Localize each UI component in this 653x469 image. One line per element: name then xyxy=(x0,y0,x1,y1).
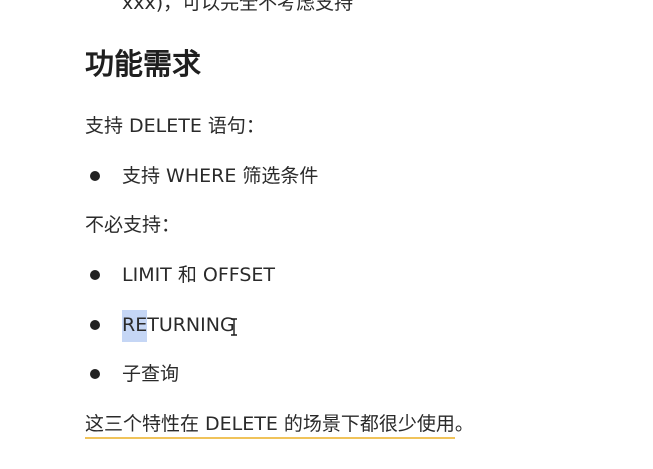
closing-punctuation: 。 xyxy=(454,413,474,435)
list-item-text: 子查询 xyxy=(122,363,180,385)
closing-note-paragraph: 这三个特性在 DELETE 的场景下都很少使用。 xyxy=(85,411,474,439)
support-intro-paragraph: 支持 DELETE 语句： xyxy=(85,115,265,137)
document-page: xxx)，可以完全不考虑支持 功能需求 支持 DELETE 语句： 支持 WHE… xyxy=(0,0,653,469)
i-beam-cursor-icon xyxy=(231,318,237,336)
list-item-text-rest: TURNING xyxy=(147,314,235,336)
text-selection-highlight[interactable]: RE xyxy=(122,310,148,342)
bullet-dot-icon xyxy=(90,171,100,181)
section-heading: 功能需求 xyxy=(85,47,202,81)
not-required-intro-paragraph: 不必支持： xyxy=(85,214,181,236)
list-item-text: LIMIT 和 OFFSET xyxy=(122,264,276,286)
bullet-dot-icon xyxy=(90,369,100,379)
bullet-dot-icon xyxy=(90,270,100,280)
list-item-text: RETURNING xyxy=(122,310,235,342)
list-item-text: 支持 WHERE 筛选条件 xyxy=(122,165,319,187)
bullet-dot-icon xyxy=(90,320,100,330)
cut-off-text-line: xxx)，可以完全不考虑支持 xyxy=(122,0,354,14)
underlined-note: 这三个特性在 DELETE 的场景下都很少使用 xyxy=(85,413,455,439)
